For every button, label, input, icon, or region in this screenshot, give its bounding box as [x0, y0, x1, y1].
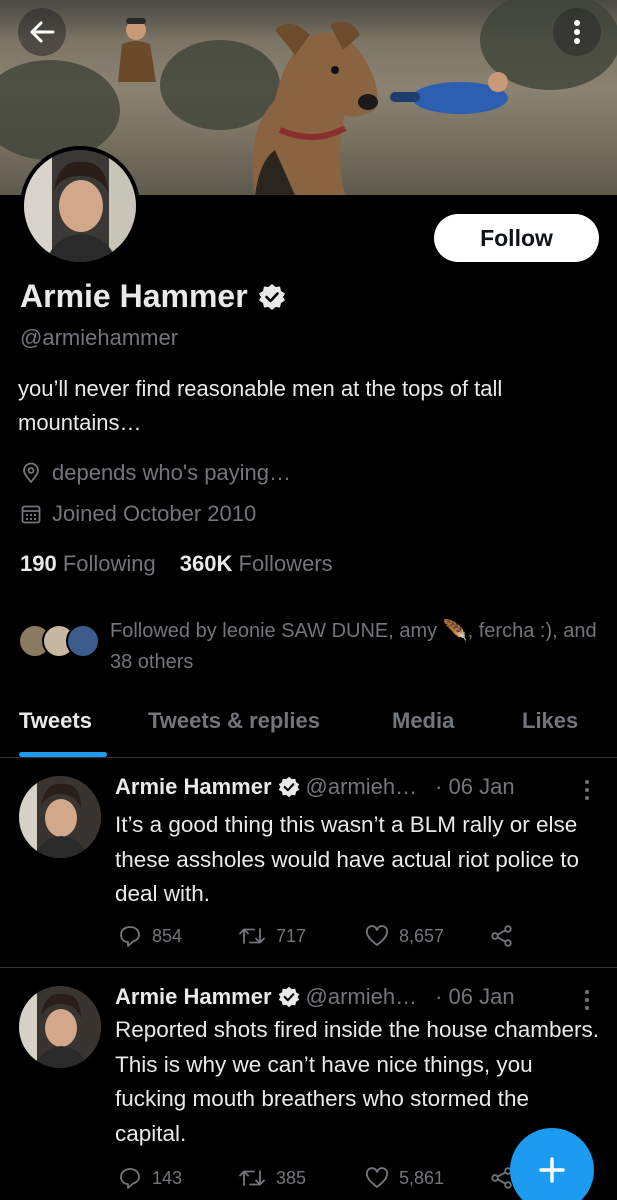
like-count: 5,861: [399, 1167, 445, 1188]
following-label: Following: [62, 551, 156, 576]
tweet-date[interactable]: · 06 Jan: [435, 984, 515, 1010]
tweet-text: Reported shots fired inside the house ch…: [115, 1017, 600, 1146]
tweet-avatar[interactable]: [19, 986, 101, 1068]
location-pin-icon: [23, 462, 39, 484]
tab-media[interactable]: Media: [392, 708, 454, 734]
profile-name-text: Armie Hammer: [20, 278, 248, 314]
back-button[interactable]: [18, 8, 66, 56]
tweet-avatar-image: [19, 776, 101, 858]
tweet-actions: 854 717 8,657: [118, 924, 514, 948]
profile-avatar[interactable]: [20, 146, 140, 266]
tab-tweets[interactable]: Tweets: [19, 708, 92, 734]
tweet-avatar[interactable]: [19, 776, 101, 858]
like-button[interactable]: 8,657: [365, 925, 490, 947]
retweet-button[interactable]: 717: [238, 925, 365, 947]
plus-icon: [539, 1157, 565, 1183]
followed-by-row[interactable]: Followed by leonie SAW DUNE, amy 🪶, ferc…: [18, 616, 598, 678]
tweet-text: It’s a good thing this wasn’t a BLM rall…: [115, 812, 580, 906]
tweet-more-icon[interactable]: [580, 990, 594, 1010]
share-icon: [491, 925, 512, 947]
banner-person-sitting: [118, 18, 156, 82]
reply-count: 854: [152, 925, 183, 946]
retweet-icon: [239, 1170, 265, 1186]
tweet-author-handle: @armieh…: [305, 984, 418, 1009]
heart-icon: [365, 925, 389, 946]
verified-badge-icon: [258, 283, 285, 310]
banner-dog: [252, 21, 378, 195]
verified-badge-icon: [278, 776, 299, 798]
more-options-button[interactable]: [553, 8, 601, 56]
reply-icon: [120, 1168, 140, 1189]
profile-tabs: Tweets Tweets & replies Media Likes: [0, 700, 617, 758]
feather-emoji: 🪶: [442, 620, 468, 642]
reply-button[interactable]: 143: [118, 1166, 238, 1190]
tweet-author-name[interactable]: Armie Hammer: [115, 774, 272, 800]
tweet-author-name[interactable]: Armie Hammer: [115, 984, 272, 1010]
banner-person-lying: [390, 72, 508, 114]
profile-location: depends who's paying…: [20, 460, 291, 486]
location-text: depends who's paying…: [52, 460, 292, 485]
followed-by-avatars: [18, 616, 102, 658]
tweet-author-handle: @armieh…: [305, 774, 418, 799]
follow-stats: 190 Following 360K Followers: [20, 551, 333, 577]
tweet-avatar-image: [19, 986, 101, 1068]
joined-text: Joined October 2010: [52, 501, 257, 526]
tweet-header: Armie Hammer @armieh… · 06 Jan: [115, 984, 515, 1010]
profile-handle: @armiehammer: [20, 325, 179, 350]
followed-by-text: Followed by leonie SAW DUNE, amy 🪶, ferc…: [110, 616, 598, 678]
reply-icon: [120, 926, 140, 947]
tweet-more-icon[interactable]: [580, 780, 594, 800]
active-tab-indicator: [19, 752, 107, 757]
mini-avatar: [66, 624, 100, 658]
retweet-count: 385: [276, 1167, 307, 1188]
retweet-count: 717: [276, 925, 307, 946]
followers-count: 360K: [179, 551, 233, 576]
followed-by-names: Followed by leonie SAW DUNE, amy: [110, 620, 438, 642]
verified-badge-icon: [278, 986, 299, 1008]
profile-joined: Joined October 2010: [20, 501, 256, 527]
retweet-button[interactable]: 385: [238, 1167, 365, 1189]
tweet-date[interactable]: · 06 Jan: [435, 774, 515, 800]
followers-link[interactable]: 360K Followers: [180, 551, 333, 577]
tweet[interactable]: Armie Hammer @armieh… · 06 Jan It’s a go…: [0, 758, 617, 968]
tab-likes[interactable]: Likes: [522, 708, 578, 734]
profile-bio: you’ll never find reasonable men at the …: [18, 376, 503, 435]
retweet-icon: [239, 928, 265, 944]
reply-count: 143: [152, 1167, 183, 1188]
following-count: 190: [20, 551, 57, 576]
calendar-icon: [21, 505, 41, 524]
profile-name: Armie Hammer: [20, 278, 286, 315]
like-count: 8,657: [399, 925, 445, 946]
arrow-left-icon: [30, 21, 55, 43]
vertical-dots-icon: [574, 20, 580, 44]
tweet-header: Armie Hammer @armieh… · 06 Jan: [115, 774, 515, 800]
like-button[interactable]: 5,861: [365, 1167, 490, 1189]
avatar-image: [24, 150, 136, 262]
share-button[interactable]: [490, 924, 514, 948]
following-link[interactable]: 190 Following: [20, 551, 156, 577]
tweet-actions: 143 385 5,861: [118, 1166, 514, 1190]
followers-label: Followers: [238, 551, 333, 576]
reply-button[interactable]: 854: [118, 924, 238, 948]
heart-icon: [365, 1167, 389, 1188]
tab-tweets-replies[interactable]: Tweets & replies: [148, 708, 320, 734]
follow-button[interactable]: Follow: [434, 214, 599, 262]
